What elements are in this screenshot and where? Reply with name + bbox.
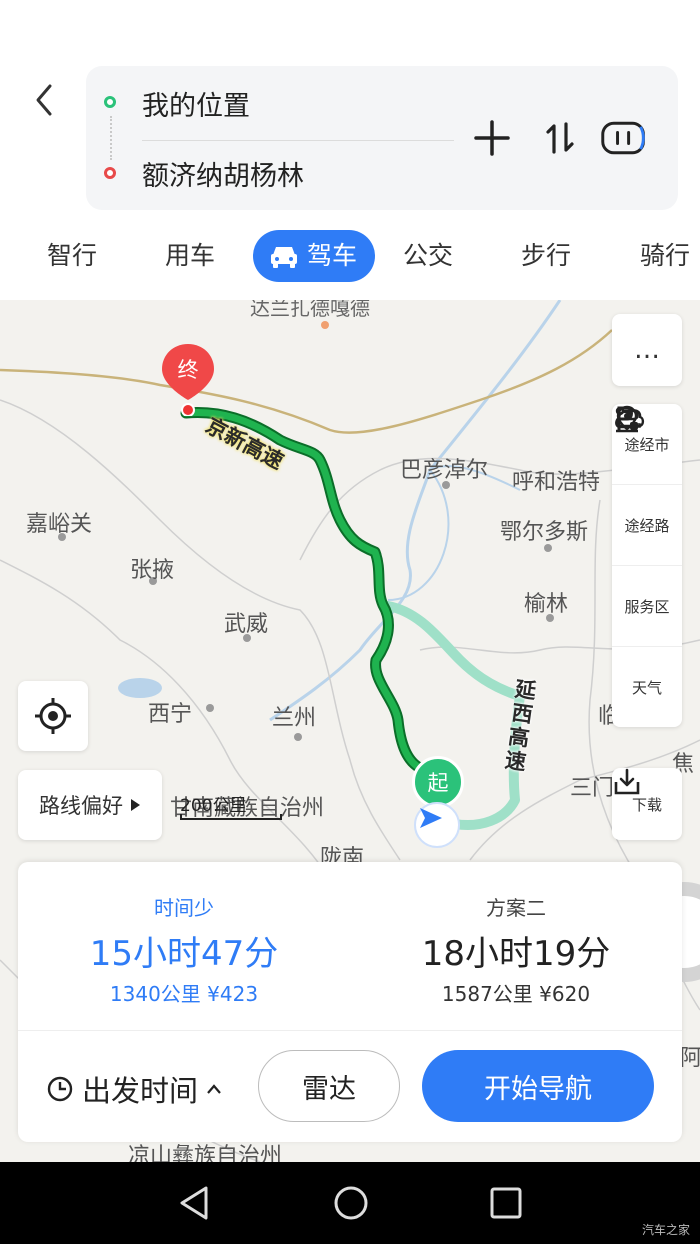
end-marker-label: 终 bbox=[177, 358, 199, 382]
route-preference-button[interactable]: 路线偏好 bbox=[18, 770, 162, 840]
destination-marker[interactable]: 终 bbox=[160, 342, 216, 416]
service-area-button[interactable]: 服务区 bbox=[612, 406, 682, 647]
plan-duration: 18小时19分 bbox=[421, 934, 611, 974]
map-label-lanzhou: 兰州 bbox=[272, 706, 317, 731]
tab-driving-label: 驾车 bbox=[307, 241, 358, 270]
field-divider bbox=[142, 140, 454, 141]
weather-button[interactable]: 天气 bbox=[612, 409, 682, 727]
system-back-button[interactable] bbox=[176, 1184, 212, 1226]
clock-icon bbox=[47, 1076, 73, 1102]
map-label-ordos: 鄂尔多斯 bbox=[500, 520, 589, 545]
plan-distance: 1340公里 bbox=[109, 982, 201, 1006]
more-dots-icon: … bbox=[634, 335, 660, 365]
route-preference-label: 路线偏好 bbox=[39, 794, 123, 818]
route-plan-panel: 时间少 15小时47分 1340公里 ¥423 方案二 18小时19分 1587… bbox=[18, 862, 682, 1142]
plan-cost: ¥620 bbox=[539, 982, 591, 1006]
map-label-wuwei: 武威 bbox=[224, 612, 269, 637]
destination-field[interactable]: 额济纳胡杨林 bbox=[142, 154, 304, 193]
locate-me-button[interactable] bbox=[18, 681, 88, 751]
system-recents-button[interactable] bbox=[488, 1184, 524, 1226]
side-toolbar: 途经市 途经路 服务区 天气 bbox=[612, 404, 682, 727]
plan-info: 1587公里 ¥620 bbox=[350, 978, 682, 1007]
crosshair-icon bbox=[35, 698, 71, 734]
start-marker[interactable]: 起 bbox=[412, 756, 464, 808]
map-label-a: 阿 bbox=[680, 1046, 700, 1071]
origin-dot-icon bbox=[104, 96, 116, 108]
chevron-up-icon bbox=[207, 1084, 221, 1094]
more-button[interactable]: … bbox=[612, 314, 682, 386]
triangle-back-icon bbox=[180, 1186, 208, 1220]
map-label-sanmen: 三门 bbox=[570, 776, 615, 801]
map-label-zhangye: 张掖 bbox=[130, 558, 175, 583]
current-location-marker bbox=[414, 802, 460, 848]
assistant-icon bbox=[601, 121, 645, 155]
tab-driving[interactable]: 驾车 bbox=[253, 230, 376, 282]
plan-option-fastest[interactable]: 时间少 15小时47分 1340公里 ¥423 bbox=[18, 862, 350, 1030]
download-icon bbox=[614, 768, 640, 795]
map-label-xining: 西宁 bbox=[148, 702, 193, 727]
route-connector bbox=[110, 116, 114, 160]
plan-info: 1340公里 ¥423 bbox=[18, 978, 350, 1007]
map-label-bayannur: 巴彦淖尔 bbox=[400, 458, 489, 483]
tab-cycling[interactable]: 骑行 bbox=[640, 226, 690, 286]
transport-mode-tabs: 智行 用车 驾车 公交 步行 骑行 bbox=[0, 226, 700, 286]
download-button[interactable]: 下载 bbox=[612, 768, 682, 840]
circle-home-icon bbox=[334, 1186, 368, 1220]
system-navigation-bar: 汽车之家 bbox=[0, 1162, 700, 1244]
tab-walking[interactable]: 步行 bbox=[521, 226, 571, 286]
plan-tag: 方案二 bbox=[486, 896, 546, 920]
service-area-label: 服务区 bbox=[624, 597, 670, 616]
destination-dot-icon bbox=[104, 167, 116, 179]
panel-divider bbox=[18, 1030, 682, 1031]
origin-field[interactable]: 我的位置 bbox=[142, 84, 250, 123]
via-cities-label: 途经市 bbox=[624, 435, 670, 454]
departure-time-label: 出发时间 bbox=[82, 1074, 199, 1108]
assistant-button[interactable] bbox=[600, 112, 648, 164]
radar-button[interactable]: 雷达 bbox=[258, 1050, 400, 1122]
plan-duration: 15小时47分 bbox=[89, 934, 279, 974]
system-home-button[interactable] bbox=[332, 1184, 370, 1226]
plan-tag: 时间少 bbox=[154, 896, 214, 920]
plan-option-two[interactable]: 方案二 18小时19分 1587公里 ¥620 bbox=[350, 862, 682, 1030]
start-navigation-button[interactable]: 开始导航 bbox=[422, 1050, 654, 1122]
back-button[interactable] bbox=[30, 80, 66, 120]
map-label-jiayuguan: 嘉峪关 bbox=[26, 512, 93, 537]
cloud-icon bbox=[615, 409, 645, 428]
watermark-text: 汽车之家 bbox=[641, 1223, 690, 1237]
download-label: 下载 bbox=[631, 795, 662, 814]
plan-distance: 1587公里 bbox=[441, 982, 533, 1006]
map-scale-label: 200公里 bbox=[180, 796, 247, 816]
tab-ride-hailing[interactable]: 用车 bbox=[165, 226, 215, 286]
via-roads-button[interactable]: 途经路 bbox=[612, 406, 682, 566]
swap-arrows-icon bbox=[546, 122, 574, 154]
tab-smart[interactable]: 智行 bbox=[47, 226, 97, 286]
plus-icon bbox=[474, 120, 510, 156]
caret-right-icon bbox=[131, 799, 140, 811]
plan-cost: ¥423 bbox=[207, 982, 259, 1006]
add-waypoint-button[interactable] bbox=[468, 112, 516, 164]
map-label-dalanzadegad: 达兰扎德嘎德 bbox=[250, 300, 370, 320]
navigation-arrow-icon bbox=[420, 808, 442, 828]
via-roads-label: 途经路 bbox=[624, 516, 670, 535]
swap-route-button[interactable] bbox=[536, 112, 584, 164]
weather-label: 天气 bbox=[631, 678, 662, 697]
map-label-yulin: 榆林 bbox=[524, 592, 569, 617]
back-chevron-icon bbox=[36, 84, 52, 116]
tab-transit[interactable]: 公交 bbox=[403, 226, 453, 286]
car-icon bbox=[271, 247, 297, 268]
map-scale-bar bbox=[180, 814, 282, 820]
map-label-hohhot: 呼和浩特 bbox=[512, 470, 601, 495]
square-recents-icon bbox=[490, 1187, 522, 1219]
departure-time-button[interactable]: 出发时间 bbox=[46, 1062, 222, 1116]
